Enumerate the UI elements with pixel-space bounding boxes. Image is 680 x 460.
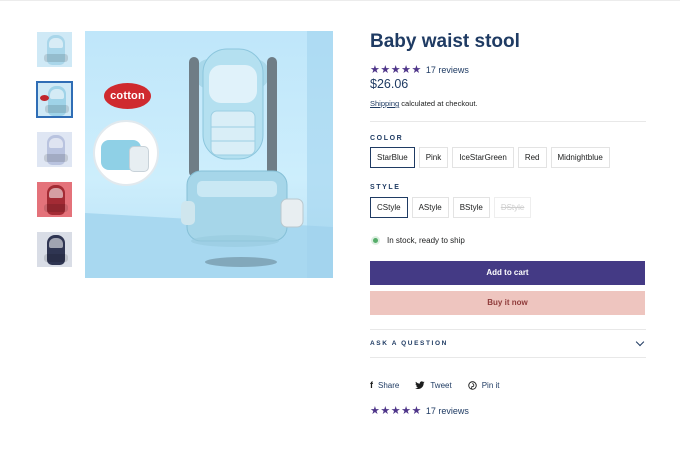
style-option-cstyle[interactable]: CStyle (370, 197, 408, 218)
style-options: CStyle AStyle BStyle DStyle (370, 197, 532, 218)
thumbnail-1[interactable] (36, 31, 73, 68)
pinterest-icon (467, 380, 477, 390)
thumbnail-2[interactable] (36, 81, 73, 118)
thumbnail-list (36, 31, 74, 281)
thumbnail-4[interactable] (36, 181, 73, 218)
product-rating[interactable]: ★★★★★ 17 reviews (370, 64, 469, 76)
color-option-starblue[interactable]: StarBlue (370, 147, 415, 168)
product-price: $26.06 (370, 77, 409, 91)
color-option-midnightblue[interactable]: Midnightblue (550, 147, 610, 168)
buy-now-button[interactable]: Buy it now (370, 291, 645, 315)
pin-label: Pin it (481, 380, 500, 390)
detail-zoom-circle (93, 120, 159, 186)
twitter-icon (415, 380, 425, 389)
color-option-red[interactable]: Red (517, 147, 547, 168)
product-rating-bottom[interactable]: ★★★★★ 17 reviews (370, 405, 469, 417)
info-divider (370, 121, 646, 122)
color-option-pink[interactable]: Pink (418, 147, 449, 168)
ask-a-question-label: ASK A QUESTION (370, 339, 448, 347)
product-title: Baby waist stool (370, 31, 520, 52)
share-facebook-link[interactable]: f Share (370, 380, 399, 390)
style-option-dstyle[interactable]: DStyle (493, 197, 532, 218)
stock-status: In stock, ready to ship (373, 236, 465, 245)
add-to-cart-button[interactable]: Add to cart (370, 261, 645, 285)
color-options: StarBlue Pink IceStarGreen Red Midnightb… (370, 147, 610, 168)
stock-text: In stock, ready to ship (387, 236, 465, 245)
product-main-image[interactable]: cotton (85, 31, 333, 278)
thumbnail-3[interactable] (36, 131, 73, 168)
top-divider (0, 0, 680, 1)
color-option-icestargreen[interactable]: IceStarGreen (452, 147, 514, 168)
review-count: 17 reviews (425, 65, 469, 75)
color-label: COLOR (370, 135, 404, 142)
star-rating-icon: ★★★★★ (370, 64, 422, 76)
shipping-note: Shipping calculated at checkout. (370, 99, 478, 108)
style-label: STYLE (370, 184, 401, 191)
social-share: f Share Tweet Pin it (370, 380, 500, 390)
ask-divider-top (370, 329, 646, 330)
share-label: Share (378, 380, 400, 390)
thumbnail-5[interactable] (36, 231, 73, 268)
ask-divider-bottom (370, 357, 646, 358)
cotton-badge: cotton (104, 83, 151, 109)
ask-a-question-toggle[interactable]: ASK A QUESTION (370, 337, 646, 349)
chevron-down-icon (635, 337, 645, 346)
shipping-note-text: calculated at checkout. (399, 99, 478, 108)
style-option-bstyle[interactable]: BStyle (452, 197, 490, 218)
tweet-label: Tweet (430, 380, 452, 390)
shipping-link[interactable]: Shipping (370, 99, 399, 108)
style-option-astyle[interactable]: AStyle (411, 197, 449, 218)
share-twitter-link[interactable]: Tweet (415, 380, 452, 390)
review-count-bottom: 17 reviews (425, 406, 469, 416)
share-pinterest-link[interactable]: Pin it (467, 380, 500, 390)
product-shadow (205, 257, 277, 267)
facebook-icon: f (370, 380, 373, 390)
in-stock-dot-icon (373, 238, 378, 243)
star-rating-icon: ★★★★★ (370, 405, 422, 417)
